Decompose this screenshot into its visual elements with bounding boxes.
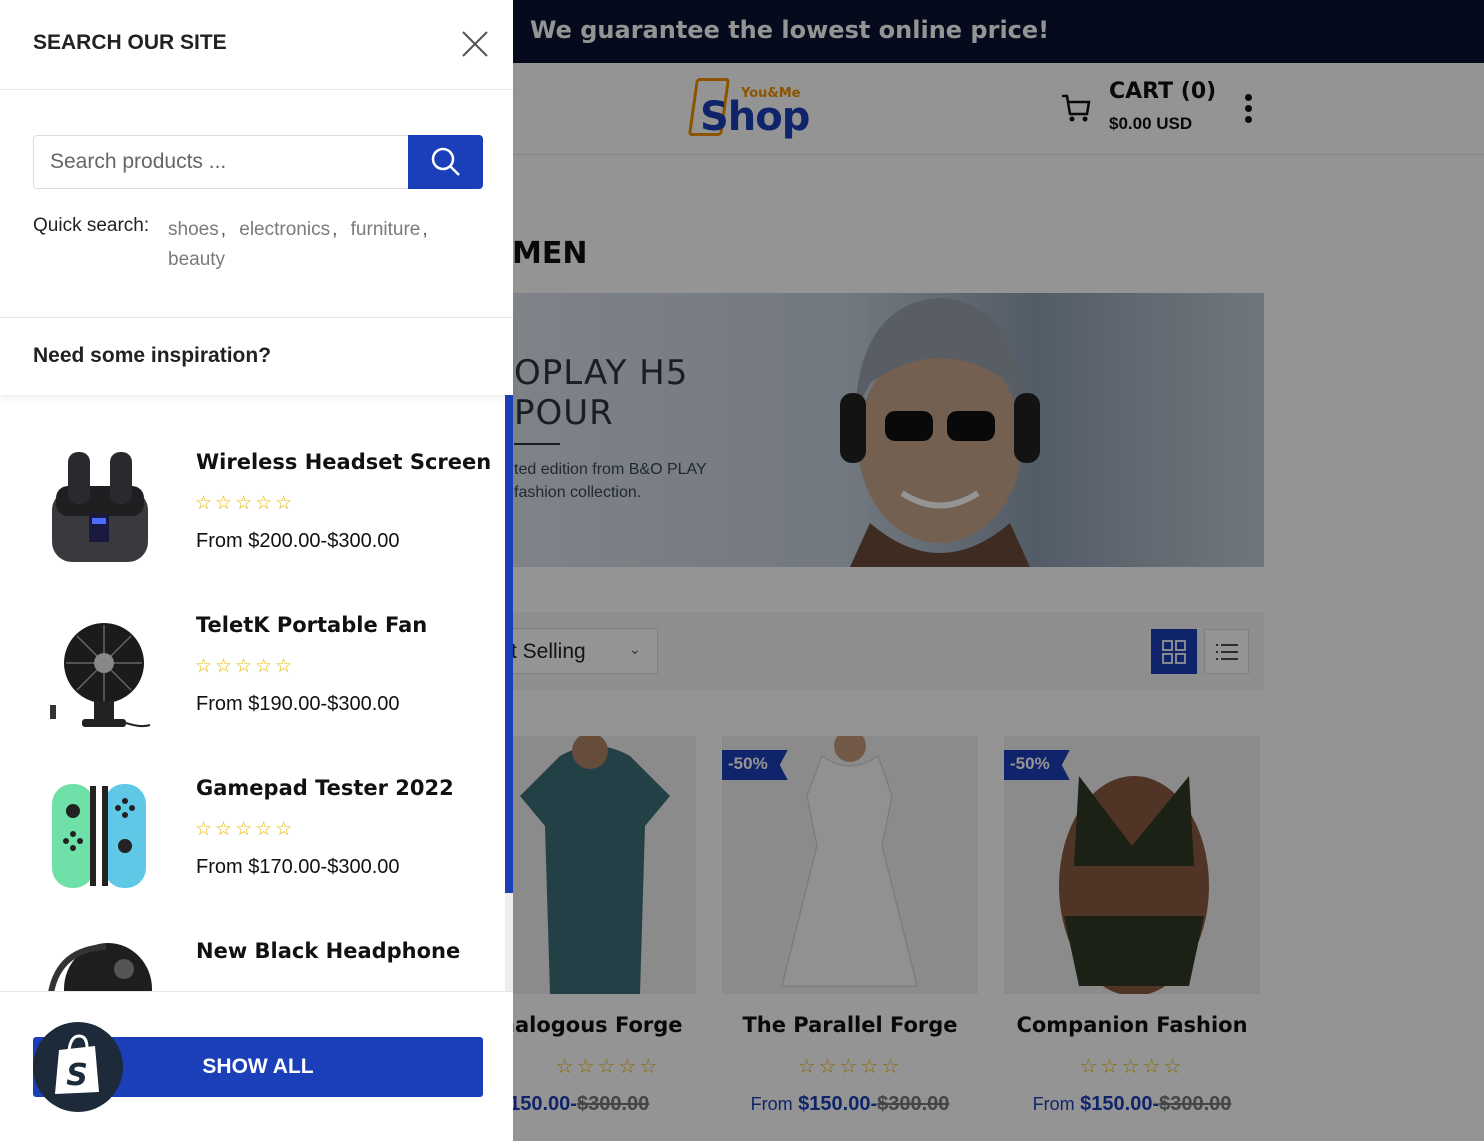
product-thumbnail[interactable]: [46, 450, 154, 570]
price-from: From: [196, 530, 243, 552]
list-item[interactable]: New Black Headphone: [0, 939, 505, 992]
product-thumbnail[interactable]: [46, 939, 154, 992]
product-name[interactable]: Gamepad Tester 2022: [196, 776, 454, 800]
search-icon: [431, 147, 460, 176]
scrollbar-thumb[interactable]: [505, 395, 513, 893]
price-from: From: [196, 856, 243, 878]
rating-stars: ☆☆☆☆☆: [195, 656, 296, 677]
list-item[interactable]: Wireless Headset Screen ☆☆☆☆☆ From $200.…: [0, 450, 505, 613]
price-from: From: [196, 693, 243, 715]
quick-tag-electronics[interactable]: electronics: [239, 219, 330, 240]
list-item[interactable]: Gamepad Tester 2022 ☆☆☆☆☆ From $170.00-$…: [0, 776, 505, 939]
product-price: From $200.00-$300.00: [196, 530, 400, 553]
close-icon[interactable]: [458, 27, 492, 61]
suggested-products-list: Wireless Headset Screen ☆☆☆☆☆ From $200.…: [0, 395, 505, 992]
price-current: $190.00: [248, 693, 321, 715]
search-input[interactable]: [33, 135, 409, 189]
list-item[interactable]: TeletK Portable Fan ☆☆☆☆☆ From $190.00-$…: [0, 613, 505, 776]
shopify-icon[interactable]: S: [33, 1022, 123, 1112]
rating-stars: ☆☆☆☆☆: [195, 493, 296, 514]
rating-stars: ☆☆☆☆☆: [195, 819, 296, 840]
products-scrollbar[interactable]: [505, 395, 513, 992]
quick-tag-shoes[interactable]: shoes: [168, 219, 219, 240]
inspiration-title: Need some inspiration?: [33, 344, 272, 367]
shopify-bag-icon: S: [55, 1034, 99, 1094]
price-current: $200.00: [248, 530, 321, 552]
quick-tag-furniture[interactable]: furniture: [351, 219, 421, 240]
drawer-title: SEARCH OUR SITE: [33, 31, 227, 54]
search-drawer: SEARCH OUR SITE Quick search: shoes, ele…: [0, 0, 513, 1141]
product-name[interactable]: New Black Headphone: [196, 939, 460, 963]
quick-tag-beauty[interactable]: beauty: [168, 249, 225, 270]
product-thumbnail[interactable]: [46, 776, 154, 896]
product-name[interactable]: Wireless Headset Screen: [196, 450, 491, 474]
product-thumbnail[interactable]: [46, 613, 154, 733]
price-compare: $300.00: [327, 530, 400, 552]
price-compare: $300.00: [327, 693, 400, 715]
quick-search-label: Quick search:: [33, 215, 150, 236]
price-compare: $300.00: [327, 856, 400, 878]
search-button[interactable]: [408, 135, 483, 189]
product-name[interactable]: TeletK Portable Fan: [196, 613, 427, 637]
product-price: From $190.00-$300.00: [196, 693, 400, 716]
quick-search-tags: shoes, electronics, furniture, beauty: [168, 219, 428, 270]
drawer-header: SEARCH OUR SITE: [0, 0, 513, 90]
price-current: $170.00: [248, 856, 321, 878]
product-price: From $170.00-$300.00: [196, 856, 400, 879]
inspiration-header: Need some inspiration?: [0, 317, 513, 395]
shopify-letter: S: [66, 1058, 88, 1093]
